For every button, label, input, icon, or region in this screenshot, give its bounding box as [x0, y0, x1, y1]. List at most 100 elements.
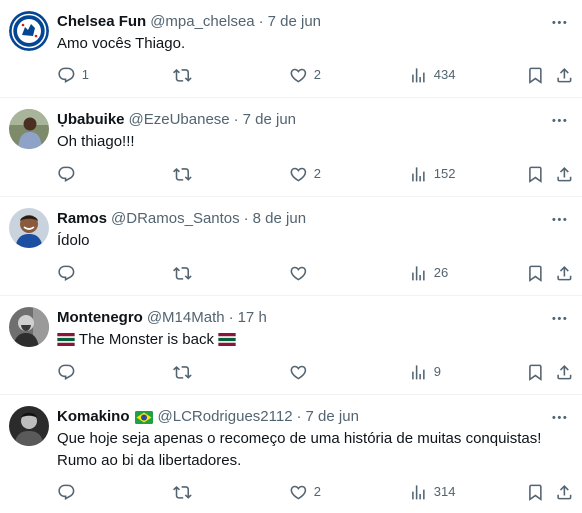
share-button[interactable]	[555, 481, 574, 503]
like-button[interactable]	[289, 361, 314, 383]
display-name[interactable]: Ụbabuike	[57, 110, 125, 130]
views-icon	[409, 363, 428, 382]
display-name[interactable]: Montenegro	[57, 308, 143, 328]
person-avatar[interactable]	[9, 208, 49, 248]
reply-feed: Chelsea Fun @mpa_chelsea · 7 de jun Amo …	[0, 0, 582, 513]
tweet-text-line: The Monster is back	[57, 329, 236, 351]
chelsea-crest-avatar[interactable]	[9, 11, 49, 51]
tweet-text: Ídolo	[57, 232, 90, 249]
retweet-button[interactable]	[173, 163, 198, 185]
user-handle[interactable]: @mpa_chelsea	[150, 12, 254, 32]
more-icon[interactable]	[546, 206, 572, 232]
tweet-text: Oh thiago!!!	[57, 133, 135, 150]
user-handle[interactable]: @M14Math	[147, 308, 225, 328]
reply-button[interactable]	[57, 361, 82, 383]
brazil-flag-icon	[135, 411, 153, 424]
tweet[interactable]: Komakino @LCRodrigues2112 · 7 de jun Que…	[0, 395, 582, 513]
reply-icon	[57, 363, 76, 382]
tweet-text: The Monster is back	[78, 331, 214, 348]
separator-dot: ·	[233, 111, 239, 128]
timestamp[interactable]: 7 de jun	[243, 110, 296, 130]
reply-icon	[57, 165, 76, 184]
timestamp[interactable]: 7 de jun	[306, 407, 359, 427]
share-button[interactable]	[555, 361, 574, 383]
like-count: 2	[313, 67, 321, 82]
tweet-text: Amo vocês Thiago.	[57, 35, 186, 52]
person-avatar-bw[interactable]	[9, 307, 49, 347]
bookmark-button[interactable]	[526, 481, 545, 503]
view-count: 314	[433, 484, 456, 499]
bookmark-button[interactable]	[526, 163, 545, 185]
like-button[interactable]: 2	[289, 64, 321, 86]
reply-icon	[57, 483, 76, 502]
timestamp[interactable]: 8 de jun	[253, 209, 306, 229]
view-count: 434	[433, 67, 456, 82]
retweet-button[interactable]	[173, 481, 198, 503]
more-icon[interactable]	[546, 305, 572, 331]
more-icon[interactable]	[546, 404, 572, 430]
tweet[interactable]: Ramos @DRamos_Santos · 8 de jun Ídolo 26	[0, 197, 582, 296]
retweet-button[interactable]	[173, 64, 198, 86]
views-icon	[409, 66, 428, 85]
retweet-button[interactable]	[173, 262, 198, 284]
reply-button[interactable]	[57, 481, 82, 503]
retweet-button[interactable]	[173, 361, 198, 383]
person-avatar-bw[interactable]	[9, 406, 49, 446]
like-icon	[289, 66, 308, 85]
timestamp[interactable]: 17 h	[238, 308, 267, 328]
tweet[interactable]: Montenegro @M14Math · 17 h The Monster i…	[0, 296, 582, 395]
user-handle[interactable]: @LCRodrigues2112	[158, 407, 293, 427]
tweet-header: Montenegro @M14Math · 17 h	[57, 308, 267, 328]
views-button[interactable]: 26	[409, 262, 448, 284]
reply-icon	[57, 66, 76, 85]
fluminense-flag-icon	[218, 333, 236, 346]
display-name[interactable]: Chelsea Fun	[57, 12, 146, 32]
action-bar: 2 152	[57, 163, 577, 185]
more-icon[interactable]	[546, 107, 572, 133]
views-icon	[409, 165, 428, 184]
like-button[interactable]	[289, 262, 314, 284]
reply-button[interactable]: 1	[57, 64, 89, 86]
tweet-header: Ramos @DRamos_Santos · 8 de jun	[57, 209, 306, 229]
tweet-header: Chelsea Fun @mpa_chelsea · 7 de jun	[57, 12, 321, 32]
like-icon	[289, 483, 308, 502]
more-icon[interactable]	[546, 9, 572, 35]
bookmark-button[interactable]	[526, 262, 545, 284]
like-icon	[289, 363, 308, 382]
views-button[interactable]: 314	[409, 481, 455, 503]
like-button[interactable]: 2	[289, 163, 321, 185]
share-button[interactable]	[555, 163, 574, 185]
separator-dot: ·	[296, 408, 302, 425]
tweet[interactable]: Chelsea Fun @mpa_chelsea · 7 de jun Amo …	[0, 0, 582, 98]
share-button[interactable]	[555, 64, 574, 86]
action-bar: 2 314	[57, 481, 577, 503]
share-icon	[555, 483, 574, 502]
like-button[interactable]: 2	[289, 481, 321, 503]
tweet-text-line-2: Rumo ao bi da libertadores.	[57, 452, 242, 469]
display-name[interactable]: Ramos	[57, 209, 107, 229]
share-icon	[555, 264, 574, 283]
views-button[interactable]: 9	[409, 361, 441, 383]
tweet[interactable]: Ụbabuike @EzeUbanese · 7 de jun Oh thiag…	[0, 98, 582, 197]
bookmark-icon	[526, 363, 545, 382]
retweet-icon	[173, 483, 192, 502]
reply-button[interactable]	[57, 163, 82, 185]
share-button[interactable]	[555, 262, 574, 284]
bookmark-button[interactable]	[526, 64, 545, 86]
separator-dot: ·	[258, 13, 264, 30]
reply-count: 1	[81, 67, 89, 82]
action-bar: 1 2 434	[57, 64, 577, 86]
share-icon	[555, 165, 574, 184]
display-name[interactable]: Komakino	[57, 407, 130, 427]
share-icon	[555, 363, 574, 382]
like-icon	[289, 264, 308, 283]
user-handle[interactable]: @EzeUbanese	[129, 110, 230, 130]
views-button[interactable]: 152	[409, 163, 455, 185]
retweet-icon	[173, 66, 192, 85]
timestamp[interactable]: 7 de jun	[268, 12, 321, 32]
bookmark-button[interactable]	[526, 361, 545, 383]
reply-button[interactable]	[57, 262, 82, 284]
person-avatar[interactable]	[9, 109, 49, 149]
views-button[interactable]: 434	[409, 64, 455, 86]
user-handle[interactable]: @DRamos_Santos	[111, 209, 240, 229]
